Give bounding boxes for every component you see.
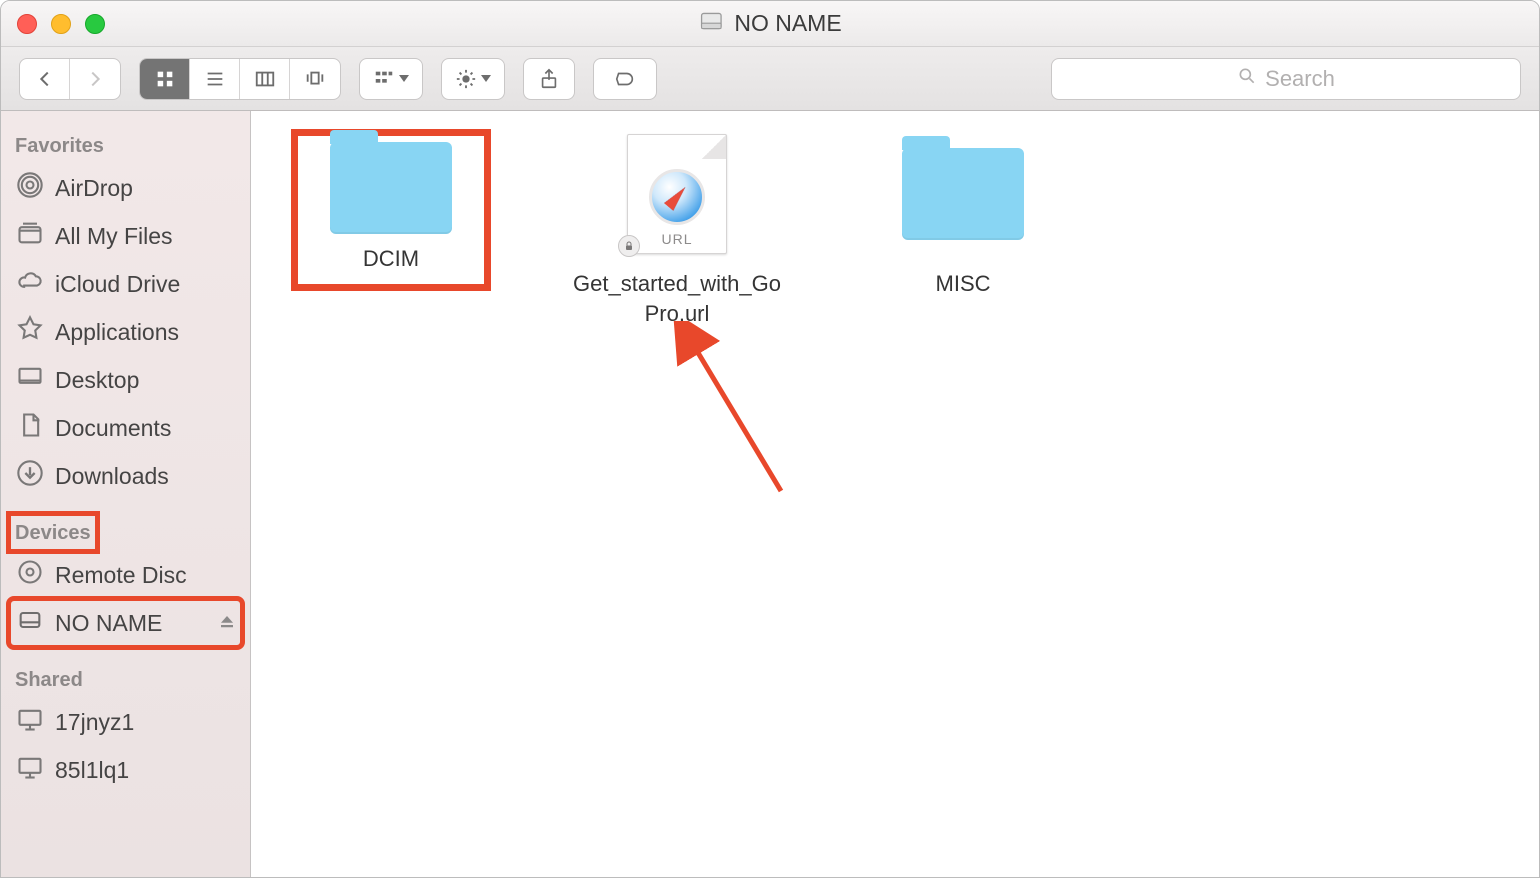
chevron-down-icon [481,75,491,82]
sidebar-item-label: Desktop [55,367,139,394]
search-icon [1237,66,1257,92]
sidebar-item-airdrop[interactable]: AirDrop [9,164,242,212]
file-label: Get_started_with_GoPro.url [572,269,782,328]
applications-icon [15,315,45,349]
zoom-window-button[interactable] [85,14,105,34]
action-button[interactable] [442,59,504,99]
computer-icon [15,753,45,787]
sidebar-heading-devices: Devices [9,514,97,551]
documents-icon [15,411,45,445]
folder-icon [330,142,452,234]
sidebar-item-label: All My Files [55,223,173,250]
sidebar-item-icloud-drive[interactable]: iCloud Drive [9,260,242,308]
sidebar-heading-favorites: Favorites [9,127,110,164]
toolbar: Search [1,47,1539,111]
folder-icon [902,148,1024,240]
sidebar-item-label: Documents [55,415,171,442]
file-item-dcim[interactable]: DCIM [281,129,501,291]
column-view-button[interactable] [240,59,290,99]
url-file-icon: URL [627,134,727,254]
file-item-gopro-url[interactable]: URL Get_started_with_GoPro.url [567,129,787,328]
titlebar: NO NAME [1,1,1539,47]
nav-buttons [19,58,121,100]
minimize-window-button[interactable] [51,14,71,34]
chevron-down-icon [399,75,409,82]
sidebar-item-label: Downloads [55,463,169,490]
coverflow-view-button[interactable] [290,59,340,99]
search-placeholder: Search [1265,66,1335,92]
all-files-icon [15,219,45,253]
annotation-highlight: DCIM [291,129,491,291]
eject-icon[interactable] [218,610,236,637]
window-title-text: NO NAME [734,10,841,37]
disc-icon [15,558,45,592]
sidebar-item-all-my-files[interactable]: All My Files [9,212,242,260]
icon-view-button[interactable] [140,59,190,99]
drive-icon [698,8,724,40]
cloud-icon [15,267,45,301]
window-title: NO NAME [698,8,841,40]
url-badge-text: URL [661,231,692,247]
annotation-arrow [671,321,811,521]
view-mode-buttons [139,58,341,100]
sidebar-item-label: NO NAME [55,610,162,637]
airdrop-icon [15,171,45,205]
file-label: MISC [936,269,991,299]
drive-icon [15,606,45,640]
back-button[interactable] [20,59,70,99]
sidebar-item-shared-1[interactable]: 17jnyz1 [9,698,242,746]
sidebar-item-shared-2[interactable]: 85l1lq1 [9,746,242,794]
compass-icon [649,169,705,225]
forward-button[interactable] [70,59,120,99]
action-button-group [441,58,505,100]
sidebar-item-label: Remote Disc [55,562,187,589]
sidebar-item-label: 85l1lq1 [55,757,129,784]
search-input[interactable]: Search [1051,58,1521,100]
sidebar-item-remote-disc[interactable]: Remote Disc [9,551,242,599]
sidebar-item-downloads[interactable]: Downloads [9,452,242,500]
sidebar-heading-shared: Shared [9,661,89,698]
downloads-icon [15,459,45,493]
file-browser-content: DCIM URL Get_started_with_GoPro.url [251,111,1539,877]
sidebar-item-applications[interactable]: Applications [9,308,242,356]
sidebar: Favorites AirDrop All My Files iCloud Dr… [1,111,251,877]
tags-button[interactable] [594,59,656,99]
lock-icon [618,235,640,257]
share-button[interactable] [524,59,574,99]
computer-icon [15,705,45,739]
desktop-icon [15,363,45,397]
list-view-button[interactable] [190,59,240,99]
sidebar-item-label: 17jnyz1 [55,709,134,736]
close-window-button[interactable] [17,14,37,34]
sidebar-item-label: Applications [55,319,179,346]
sidebar-item-no-name[interactable]: NO NAME [9,599,242,647]
sidebar-item-documents[interactable]: Documents [9,404,242,452]
sidebar-item-label: AirDrop [55,175,133,202]
arrange-button-group [359,58,423,100]
arrange-button[interactable] [360,59,422,99]
sidebar-item-label: iCloud Drive [55,271,180,298]
sidebar-item-desktop[interactable]: Desktop [9,356,242,404]
file-item-misc[interactable]: MISC [853,129,1073,299]
file-label: DCIM [306,244,476,274]
